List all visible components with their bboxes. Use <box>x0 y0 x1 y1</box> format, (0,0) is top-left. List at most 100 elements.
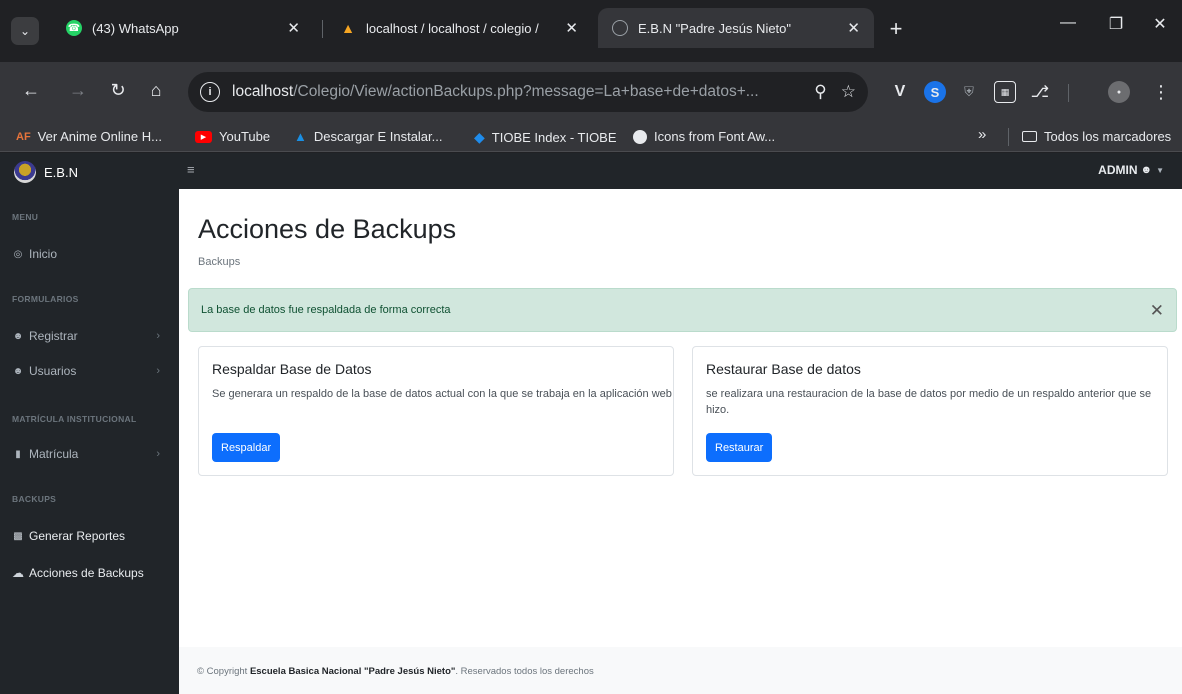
dashboard-icon: ◎ <box>13 248 23 260</box>
alert-message: La base de datos fue respaldada de forma… <box>201 304 451 316</box>
report-icon: ▩ <box>13 530 23 542</box>
sidebar-item-label: Usuarios <box>29 364 77 378</box>
bookmark-youtube[interactable]: ▶ YouTube <box>195 129 270 144</box>
back-arrow-icon[interactable]: ← <box>18 80 44 101</box>
restore-icon[interactable]: ❐ <box>1101 14 1131 34</box>
sidebar-heading-menu: MENU <box>12 212 39 222</box>
footer: © Copyright Escuela Basica Nacional "Pad… <box>179 647 1182 694</box>
respaldar-button[interactable]: Respaldar <box>212 433 281 462</box>
close-icon[interactable]: ✕ <box>1150 301 1164 321</box>
tab-whatsapp[interactable]: ☎ (43) WhatsApp ✕ <box>52 8 314 48</box>
download-icon: ▲ <box>294 129 307 144</box>
sidebar-item-label: Generar Reportes <box>29 529 126 543</box>
restaurar-button[interactable]: Restaurar <box>706 433 773 462</box>
footer-org: Escuela Basica Nacional "Padre Jesús Nie… <box>249 666 456 677</box>
page-title: Acciones de Backups <box>198 214 457 244</box>
user-name: ADMIN <box>1098 163 1138 177</box>
bookmark-label: Icons from Font Aw... <box>654 129 776 144</box>
address-bar[interactable]: i localhost/Colegio/View/actionBackups.p… <box>188 72 868 112</box>
zoom-icon[interactable]: ⚲ <box>814 82 826 102</box>
all-bookmarks-folder[interactable]: Todos los marcadores <box>1022 129 1171 144</box>
sidebar-item-generar-reportes[interactable]: ▩ Generar Reportes <box>12 529 172 543</box>
sidebar-toggle-icon[interactable]: ≡ <box>187 162 195 177</box>
tab-separator <box>322 20 323 38</box>
sidebar-heading-matricula: MATRÍCULA INSTITUCIONAL <box>12 414 137 424</box>
shield-extension-icon[interactable]: ⛨ <box>958 81 980 103</box>
card-title: Respaldar Base de Datos <box>212 361 372 377</box>
chevron-right-icon: › <box>156 448 160 460</box>
bookmark-descargar[interactable]: ▲ Descargar E Instalar... <box>294 129 443 144</box>
tab-title: localhost / localhost / colegio / <box>366 20 539 36</box>
school-logo-icon <box>14 161 36 183</box>
user-icon: ☻ <box>12 330 24 342</box>
sidebar-item-label: Acciones de Backups <box>29 566 144 580</box>
forward-arrow-icon[interactable]: → <box>65 80 91 101</box>
shazam-extension-icon[interactable]: S <box>924 81 946 103</box>
sidebar-item-usuarios[interactable]: ☻ Usuarios › <box>12 364 172 378</box>
vivaldi-extension-icon[interactable]: V <box>889 81 911 103</box>
bookmark-fontawesome[interactable]: Icons from Font Aw... <box>633 129 775 144</box>
extensions-puzzle-icon[interactable]: ⎇ <box>1029 81 1051 103</box>
success-alert: La base de datos fue respaldada de forma… <box>188 288 1177 332</box>
browser-menu-kebab-icon[interactable]: ⋮ <box>1150 81 1172 103</box>
minimize-icon[interactable]: — <box>1053 14 1083 32</box>
close-icon[interactable]: ✕ <box>565 19 578 37</box>
sidebar-item-inicio[interactable]: ◎ Inicio <box>12 247 172 261</box>
navbar-brand[interactable]: E.B.N <box>14 161 78 183</box>
site-info-icon[interactable]: i <box>200 82 220 102</box>
globe-icon <box>612 20 628 36</box>
close-icon[interactable]: ✕ <box>847 19 860 37</box>
cloud-icon: ☁ <box>12 566 24 580</box>
bookmark-star-icon[interactable]: ☆ <box>841 82 856 102</box>
backup-card: Respaldar Base de Datos Se generara un r… <box>198 346 674 476</box>
whatsapp-icon: ☎ <box>66 20 82 36</box>
bookmark-anime[interactable]: AF Ver Anime Online H... <box>16 129 162 144</box>
main-content: Acciones de Backups Backups La base de d… <box>179 189 1182 694</box>
bookmarks-bar: AF Ver Anime Online H... ▶ YouTube ▲ Des… <box>0 122 1182 152</box>
sidebar-item-matricula[interactable]: ▮ Matrícula › <box>12 447 172 461</box>
tab-ebn-active[interactable]: E.B.N "Padre Jesús Nieto" ✕ <box>598 8 874 48</box>
sidebar: MENU ◎ Inicio FORMULARIOS ☻ Registrar › … <box>0 189 179 694</box>
top-navbar: E.B.N ≡ ADMIN ☻ ▼ <box>0 153 1182 189</box>
close-icon[interactable]: ✕ <box>287 19 300 37</box>
sidebar-item-label: Registrar <box>29 329 78 343</box>
user-dropdown[interactable]: ADMIN ☻ ▼ <box>1098 163 1164 177</box>
file-icon: ▮ <box>15 448 21 460</box>
window-close-icon[interactable]: ✕ <box>1145 14 1175 34</box>
bookmarks-overflow-button[interactable]: » <box>978 126 986 143</box>
breadcrumb: Backups <box>198 256 241 268</box>
home-icon[interactable]: ⌂ <box>143 80 169 101</box>
qr-code-icon[interactable]: ▦ <box>994 81 1016 103</box>
toolbar-divider <box>1068 84 1069 102</box>
users-icon: ☻ <box>12 365 24 377</box>
sidebar-item-label: Matrícula <box>29 447 79 461</box>
bookmark-label: YouTube <box>219 129 271 144</box>
brand-name: E.B.N <box>44 164 78 180</box>
tab-search-chevron-icon[interactable]: ⌄ <box>11 17 39 45</box>
user-icon: ☻ <box>1140 164 1153 176</box>
chevron-right-icon: › <box>156 330 160 342</box>
caret-down-icon: ▼ <box>1156 165 1164 175</box>
footer-suffix: . Reservados todos los derechos <box>455 666 594 677</box>
chevron-right-icon: › <box>156 365 160 377</box>
all-bookmarks-label: Todos los marcadores <box>1044 129 1172 144</box>
card-text: se realizara una restauracion de la base… <box>706 388 1152 416</box>
sidebar-item-acciones-backups[interactable]: ☁ Acciones de Backups <box>12 566 172 580</box>
profile-avatar-icon[interactable]: ● <box>1108 81 1130 103</box>
footer-prefix: © Copyright <box>197 666 250 677</box>
browser-tab-strip: ⌄ ☎ (43) WhatsApp ✕ ▲ localhost / localh… <box>0 0 1182 62</box>
bookmark-tiobe[interactable]: ◆ TIOBE Index - TIOBE <box>474 129 617 146</box>
tab-title: E.B.N "Padre Jesús Nieto" <box>638 20 792 36</box>
restore-card: Restaurar Base de datos se realizara una… <box>692 346 1168 476</box>
web-page: E.B.N ≡ ADMIN ☻ ▼ MENU ◎ Inicio FORMULAR… <box>0 153 1182 694</box>
sidebar-item-registrar[interactable]: ☻ Registrar › <box>12 329 172 343</box>
tab-phpmyadmin[interactable]: ▲ localhost / localhost / colegio / ✕ <box>326 8 592 48</box>
reload-icon[interactable]: ↻ <box>105 80 131 101</box>
tiobe-icon: ◆ <box>474 129 485 145</box>
bookmark-label: Descargar E Instalar... <box>313 129 443 144</box>
new-tab-plus-icon[interactable]: + <box>882 16 910 42</box>
address-url[interactable]: localhost/Colegio/View/actionBackups.php… <box>232 83 800 101</box>
youtube-icon: ▶ <box>195 130 212 143</box>
sidebar-heading-formularios: FORMULARIOS <box>12 294 79 304</box>
sidebar-item-label: Inicio <box>29 247 58 261</box>
